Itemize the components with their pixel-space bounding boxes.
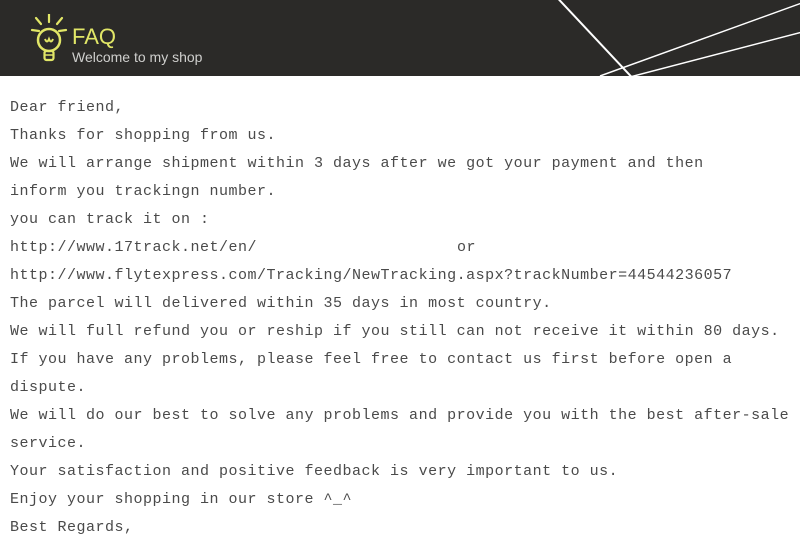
text-line: Thanks for shopping from us.: [10, 122, 790, 150]
text-line: The parcel will delivered within 35 days…: [10, 290, 790, 318]
text-line: Best Regards,: [10, 514, 790, 542]
faq-content: Dear friend, Thanks for shopping from us…: [0, 76, 800, 552]
text-line: http://www.flytexpress.com/Tracking/NewT…: [10, 262, 790, 290]
text-line: We will full refund you or reship if you…: [10, 318, 790, 346]
text-line: We will do our best to solve any problem…: [10, 402, 790, 430]
text-line: If you have any problems, please feel fr…: [10, 346, 790, 402]
text-line: Dear friend,: [10, 94, 790, 122]
or-text: or: [457, 239, 476, 256]
text-line: Your satisfaction and positive feedback …: [10, 458, 790, 486]
text-line: inform you trackingn number.: [10, 178, 790, 206]
header-banner: FAQ Welcome to my shop: [0, 0, 800, 76]
text-line: Enjoy your shopping in our store ^_^: [10, 486, 790, 514]
header-subtitle: Welcome to my shop: [72, 49, 202, 65]
text-line: We will arrange shipment within 3 days a…: [10, 150, 790, 178]
text-line: service.: [10, 430, 790, 458]
decorative-lines: [400, 0, 800, 76]
lightbulb-icon: [30, 14, 68, 64]
track-url-1: http://www.17track.net/en/: [10, 239, 257, 256]
header-title: FAQ: [72, 24, 116, 50]
track-url-line: http://www.17track.net/en/or: [10, 234, 790, 262]
text-line: you can track it on :: [10, 206, 790, 234]
